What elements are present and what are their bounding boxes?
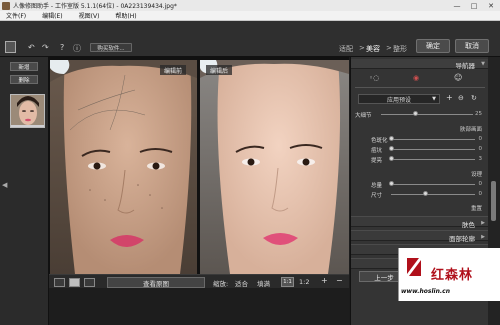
mode-beauty[interactable]: 美容 [366,44,380,54]
mode-separator: > [359,44,365,52]
detail-slider-track[interactable] [381,114,473,115]
add-face-button[interactable]: 新增 [10,62,38,71]
confirm-button[interactable]: 确定 [416,39,450,53]
face-thumbnail[interactable] [10,94,45,128]
app-logo-icon [5,41,16,53]
detail-slider-knob[interactable] [413,111,418,116]
redo-icon[interactable]: ↷ [42,43,49,52]
slider-label: 色斑化 [371,138,388,144]
slider-track[interactable] [391,194,475,195]
slider-track[interactable] [391,149,475,150]
app-icon [2,1,10,10]
split-view-icon[interactable] [69,278,80,287]
mode-fit[interactable]: 适配 [339,44,353,54]
toolbar: ↶ ↷ ? ⓘ 购买软件... 适配 > 美容 > 整形 确定 取消 [0,21,500,57]
brand-url: www.hoslin.cn [401,288,450,295]
navigator-header[interactable]: 导航器 ▼ [351,59,489,70]
menu-file[interactable]: 文件(F) [6,11,26,20]
title-bar: 人像修图助手 - 工作室版 5.1.1(64位) - 0A223139434.j… [0,0,500,11]
expand-icon: ▶ [481,234,485,240]
zoom-fill[interactable]: 填满 [257,278,270,288]
navigator-title: 导航器 [455,62,476,70]
detail-label: 大细节 [355,113,372,119]
scroll-thumb[interactable] [491,181,496,221]
slider-label: 尺寸 [371,193,383,199]
refresh-icon[interactable]: ↻ [471,94,477,102]
section-skin-tone[interactable]: 肤色 ▶ [351,216,489,229]
before-label: 编辑前 [160,65,187,75]
chevron-down-icon: ▼ [432,96,436,102]
slider-track[interactable] [391,139,475,140]
collapse-left-icon[interactable]: ◀ [2,181,7,189]
slider-track[interactable] [391,159,475,160]
skin-section-title: 肤部画面 [459,127,482,133]
slider-value: 0 [478,146,483,152]
slider-value: 0 [478,181,483,187]
help-icon[interactable]: ? [60,43,64,52]
image-canvas[interactable]: 编辑前 编辑后 [49,57,349,274]
zoom-fit[interactable]: 适合 [235,278,248,288]
watermark: 红森林 www.hoslin.cn [398,248,500,301]
slider-value: 0 [478,191,483,197]
left-panel: 新增 删除 ◀ [0,57,49,325]
cancel-button[interactable]: 取消 [455,39,489,53]
detail-value: 25 [475,111,482,117]
section-title: 面部轮廓 [449,235,475,243]
undo-icon[interactable]: ↶ [28,43,35,52]
status-area [49,288,349,325]
delete-face-button[interactable]: 删除 [10,75,38,84]
zoom-1-2[interactable]: 1:2 [299,278,309,286]
eye-icon[interactable]: ◉ [413,74,419,82]
slider-track[interactable] [391,184,475,185]
info-icon[interactable]: ⓘ [73,43,81,54]
zoom-1-1-button[interactable]: 1:1 [281,277,294,287]
bottom-bar: 查看原图 缩放: 适合 填满 1:1 1:2 + − [49,274,349,288]
slider-value: 0 [478,136,483,142]
slider-knob[interactable] [389,156,394,161]
slider-knob[interactable] [389,181,394,186]
stack-view-icon[interactable] [84,278,95,287]
close-button[interactable]: ✕ [483,0,499,11]
slider-knob[interactable] [423,191,428,196]
mask-icon[interactable]: ☺ [454,73,462,82]
adjust-section-title: 设理 [470,172,482,178]
preset-value: 应用预设 [386,96,411,104]
slider-label: 总量 [371,183,383,189]
before-photo[interactable]: 编辑前 [50,60,197,274]
add-preset-icon[interactable]: + [446,93,453,102]
after-label: 编辑后 [206,65,233,75]
collapse-icon[interactable]: ▼ [481,61,485,67]
buy-software-button[interactable]: 购买软件... [90,43,132,52]
brand-name: 红森林 [431,268,474,283]
single-view-icon[interactable] [54,278,65,287]
zoom-in-icon[interactable]: + [321,276,328,285]
section-title: 肤色 [462,221,475,229]
section-face-contour[interactable]: 面部轮廓 ▶ [351,230,489,243]
remove-preset-icon[interactable]: ⊖ [458,94,464,102]
divider [355,87,485,88]
menu-bar: 文件(F) 编辑(E) 视图(V) 帮助(H) [0,11,500,21]
face-outline-icon[interactable]: ◦◌ [369,74,379,82]
mode-separator: > [386,44,392,52]
zoom-out-icon[interactable]: − [336,276,343,285]
menu-edit[interactable]: 编辑(E) [42,11,62,20]
menu-help[interactable]: 帮助(H) [115,11,136,20]
zoom-label: 缩放: [213,280,229,288]
expand-icon: ▶ [481,220,485,226]
reset-link[interactable]: 重置 [471,204,482,212]
slider-knob[interactable] [389,146,394,151]
slider-value: 3 [478,156,483,162]
mode-reshape[interactable]: 整形 [393,44,407,54]
maximize-button[interactable]: □ [466,0,482,11]
slider-knob[interactable] [389,136,394,141]
view-original-button[interactable]: 查看原图 [107,277,205,288]
window-title: 人像修图助手 - 工作室版 5.1.1(64位) - 0A223139434.j… [13,3,177,10]
preset-select[interactable]: 应用预设 ▼ [358,94,440,104]
menu-view[interactable]: 视图(V) [79,11,100,20]
after-photo[interactable]: 编辑后 [200,60,349,274]
slider-label: 提亮 [371,158,383,164]
slider-label: 痘坑 [371,148,383,154]
minimize-button[interactable]: — [449,0,465,11]
